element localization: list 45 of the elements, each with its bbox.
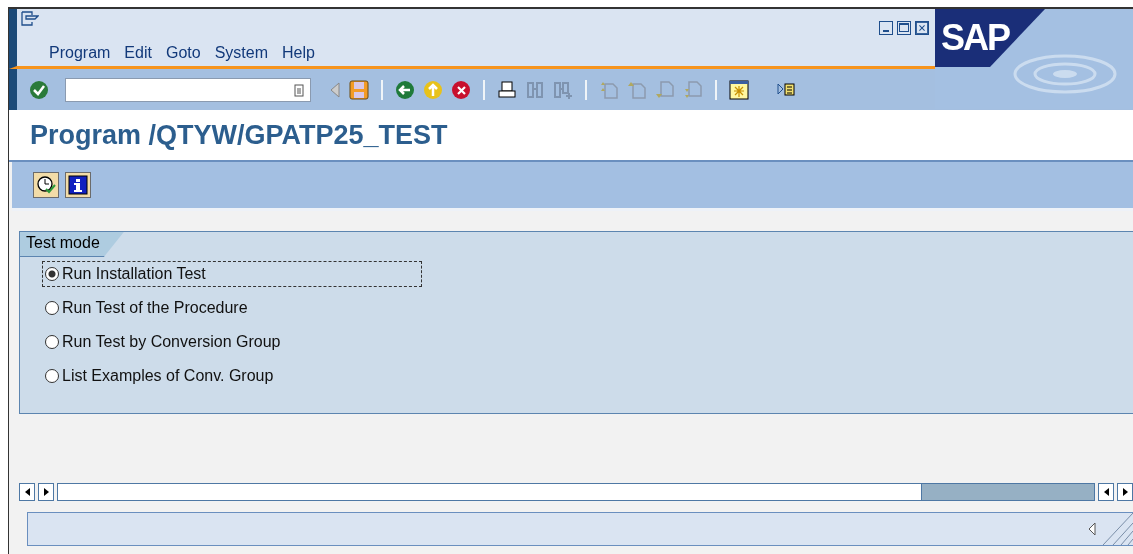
option-label: Run Test by Conversion Group — [62, 333, 281, 351]
scroll-right-button[interactable] — [1117, 483, 1133, 501]
close-icon[interactable] — [915, 21, 929, 35]
resize-grip-icon[interactable] — [1103, 513, 1133, 545]
scrollbar-track[interactable] — [57, 483, 1095, 501]
window-menu-icon[interactable] — [21, 11, 39, 27]
check-icon[interactable] — [29, 79, 49, 100]
menu-item[interactable]: Goto — [165, 44, 201, 63]
menu-item[interactable]: Program — [49, 44, 111, 63]
scroll-left-button[interactable] — [19, 483, 35, 501]
information-button[interactable] — [65, 172, 91, 198]
screen-title: Program /QTYW/GPATP25_TEST — [30, 119, 448, 151]
history-icon[interactable] — [294, 82, 304, 97]
layout-menu-icon[interactable] — [777, 80, 797, 99]
minimize-button[interactable] — [879, 21, 893, 35]
scroll-left-button[interactable] — [1098, 483, 1114, 501]
cancel-icon[interactable] — [451, 79, 471, 100]
radio-button[interactable] — [45, 335, 59, 349]
radio-button[interactable] — [45, 369, 59, 383]
clock-check-icon — [36, 175, 56, 195]
radio-option[interactable]: Run Test by Conversion Group — [42, 329, 422, 355]
save-icon[interactable] — [349, 79, 369, 100]
option-label: Run Installation Test — [62, 265, 206, 283]
menu-item[interactable]: System — [214, 44, 268, 63]
scrollbar-thumb[interactable] — [921, 484, 1094, 500]
maximize-button[interactable] — [897, 21, 911, 35]
triangle-left-icon[interactable] — [1087, 521, 1097, 537]
group-title: Test mode — [20, 232, 124, 257]
option-label: List Examples of Conv. Group — [62, 367, 274, 385]
scroll-right-button[interactable] — [38, 483, 54, 501]
radio-option[interactable]: List Examples of Conv. Group — [42, 363, 422, 389]
radio-option[interactable]: Run Test of the Procedure — [42, 295, 422, 321]
info-icon — [68, 175, 88, 195]
menu-item[interactable]: Edit — [124, 44, 152, 63]
command-field[interactable] — [65, 77, 311, 102]
radio-button[interactable] — [45, 301, 59, 315]
new-session-icon[interactable] — [729, 79, 749, 100]
logo-text: SAP — [941, 17, 1010, 59]
printer-icon[interactable] — [497, 79, 517, 100]
radio-option[interactable]: Run Installation Test — [42, 261, 422, 287]
back-icon[interactable] — [395, 79, 415, 100]
execute-button[interactable] — [33, 172, 59, 198]
menu-item[interactable]: Help — [281, 44, 315, 63]
option-label: Run Test of the Procedure — [62, 299, 248, 317]
radio-button[interactable] — [45, 267, 59, 281]
